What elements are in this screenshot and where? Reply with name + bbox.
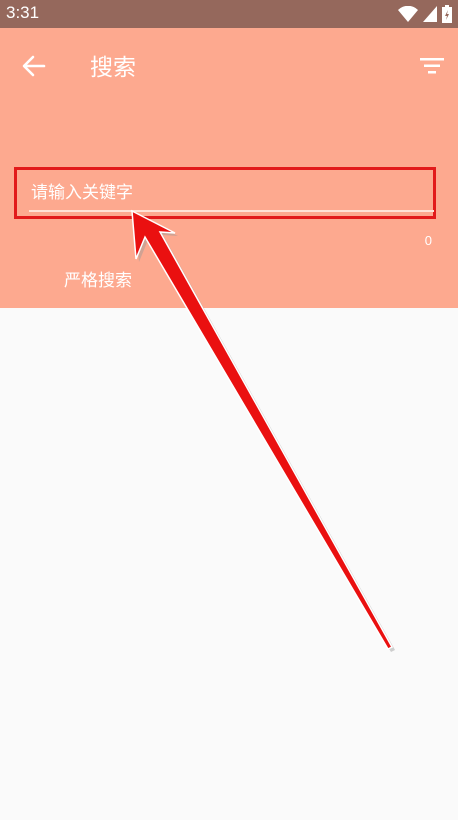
filter-button[interactable] [418, 52, 446, 80]
strict-search-option[interactable]: 严格搜索 [64, 266, 132, 291]
signal-icon [423, 6, 437, 22]
wifi-icon [398, 6, 418, 22]
status-bar: 3:31 [0, 0, 458, 28]
filter-icon [420, 58, 444, 74]
battery-icon [442, 5, 452, 23]
search-box-highlight [14, 167, 436, 219]
page-title: 搜索 [90, 55, 136, 81]
search-input[interactable] [29, 178, 425, 208]
back-button[interactable] [20, 52, 48, 80]
status-time: 3:31 [6, 3, 40, 22]
back-arrow-icon [22, 55, 46, 77]
search-underline [29, 210, 434, 212]
search-header: 搜索 0 严格搜索 [0, 28, 458, 308]
toolbar: 搜索 [0, 28, 458, 102]
status-icons [398, 4, 452, 24]
char-count: 0 [424, 233, 432, 248]
